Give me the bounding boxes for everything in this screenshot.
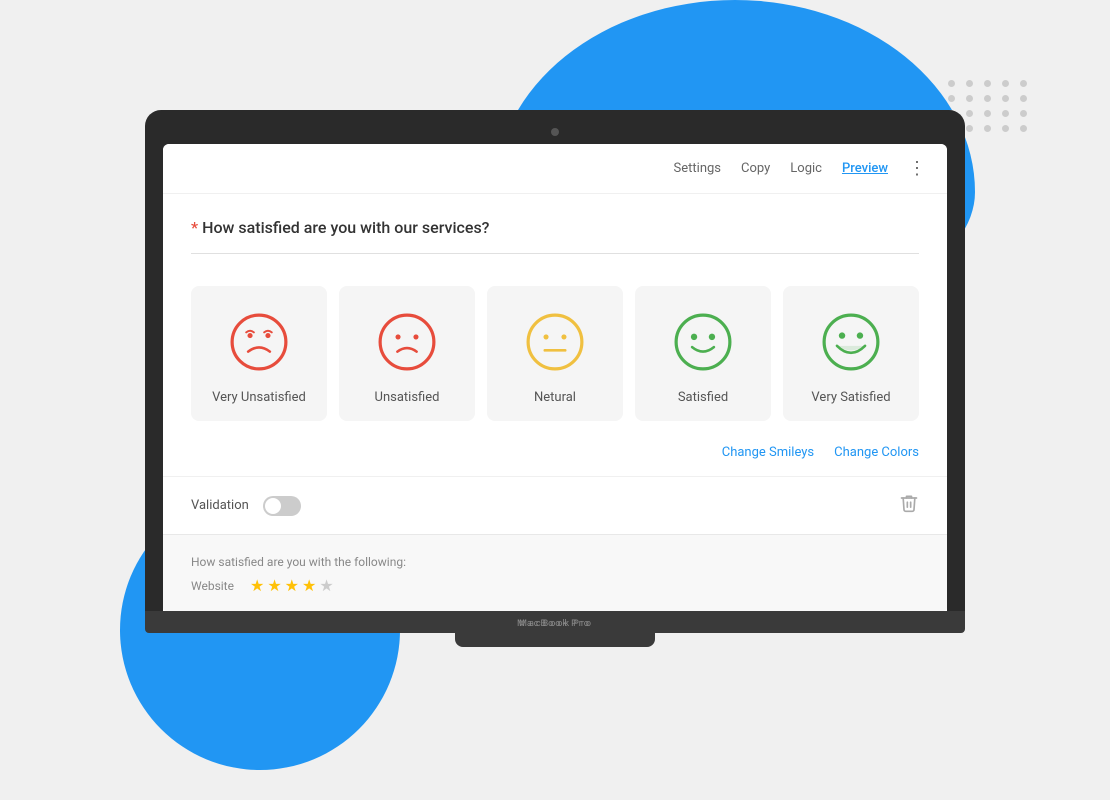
- option-neutral[interactable]: Netural: [487, 286, 623, 421]
- face-neutral-icon: [523, 310, 587, 374]
- preview-question-text: How satisfied are you with the following…: [191, 555, 406, 569]
- star-5[interactable]: ★: [319, 576, 333, 595]
- face-satisfied-icon: [671, 310, 735, 374]
- option-satisfied-label: Satisfied: [678, 390, 728, 405]
- laptop-screen: Settings Copy Logic Preview ⋮ *How satis…: [163, 144, 947, 611]
- star-1[interactable]: ★: [250, 576, 264, 595]
- more-options-button[interactable]: ⋮: [908, 158, 927, 179]
- option-very-unsatisfied-label: Very Unsatisfied: [212, 390, 306, 405]
- star-3[interactable]: ★: [285, 576, 299, 595]
- copy-button[interactable]: Copy: [741, 161, 770, 176]
- option-neutral-label: Netural: [534, 390, 576, 405]
- required-indicator: *: [191, 218, 198, 237]
- question-label: How satisfied are you with our services?: [202, 218, 489, 237]
- preview-website-label: Website: [191, 579, 234, 593]
- laptop-bezel: Settings Copy Logic Preview ⋮ *How satis…: [145, 110, 965, 611]
- question-divider: [191, 253, 919, 254]
- question-text: *How satisfied are you with our services…: [191, 218, 919, 237]
- laptop-stand: [455, 633, 655, 647]
- preview-button[interactable]: Preview: [842, 161, 888, 176]
- preview-section: How satisfied are you with the following…: [163, 534, 947, 611]
- preview-rating-row: Website ★ ★ ★ ★ ★: [191, 576, 919, 595]
- survey-toolbar: Settings Copy Logic Preview ⋮: [163, 144, 947, 194]
- logic-button[interactable]: Logic: [790, 161, 822, 176]
- face-very-unsatisfied-icon: [227, 310, 291, 374]
- validation-toggle[interactable]: [263, 496, 301, 516]
- face-very-satisfied-icon: [819, 310, 883, 374]
- delete-button[interactable]: [899, 493, 919, 518]
- validation-label: Validation: [191, 498, 249, 513]
- laptop-frame: Settings Copy Logic Preview ⋮ *How satis…: [145, 110, 965, 647]
- change-colors-button[interactable]: Change Colors: [834, 445, 919, 460]
- face-unsatisfied-icon: [375, 310, 439, 374]
- settings-button[interactable]: Settings: [674, 161, 721, 176]
- question-section: *How satisfied are you with our services…: [163, 194, 947, 286]
- emoji-options-container: Very Unsatisfied Unsatisfied: [163, 286, 947, 437]
- star-2[interactable]: ★: [267, 576, 281, 595]
- laptop-camera: [551, 128, 559, 136]
- action-links: Change Smileys Change Colors: [163, 437, 947, 476]
- option-unsatisfied-label: Unsatisfied: [375, 390, 440, 405]
- validation-section: Validation: [191, 496, 301, 516]
- option-unsatisfied[interactable]: Unsatisfied: [339, 286, 475, 421]
- survey-card: Settings Copy Logic Preview ⋮ *How satis…: [163, 144, 947, 611]
- option-very-satisfied[interactable]: Very Satisfied: [783, 286, 919, 421]
- validation-row: Validation: [163, 476, 947, 534]
- change-smileys-button[interactable]: Change Smileys: [722, 445, 814, 460]
- option-satisfied[interactable]: Satisfied: [635, 286, 771, 421]
- laptop-base: MacBook Pro: [145, 611, 965, 633]
- laptop-brand-label: MacBook Pro: [517, 619, 593, 629]
- star-rating: ★ ★ ★ ★ ★: [250, 576, 334, 595]
- star-4[interactable]: ★: [302, 576, 316, 595]
- option-very-satisfied-label: Very Satisfied: [811, 390, 890, 405]
- option-very-unsatisfied[interactable]: Very Unsatisfied: [191, 286, 327, 421]
